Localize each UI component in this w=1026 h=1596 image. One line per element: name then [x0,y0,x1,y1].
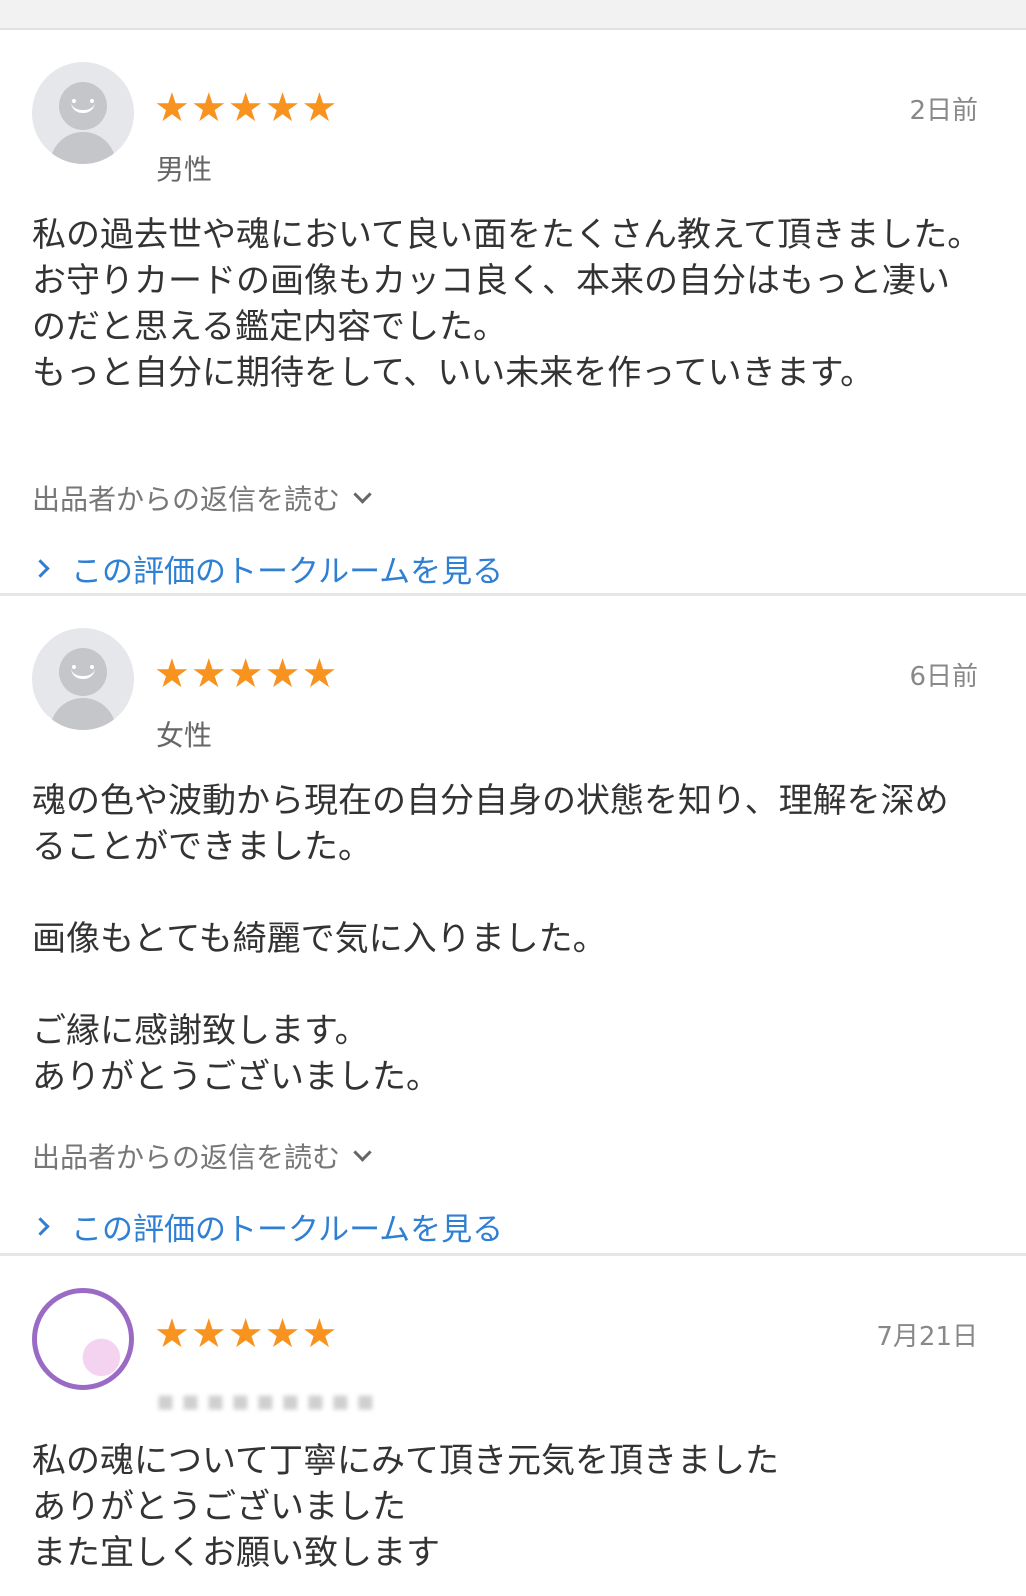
review-item: ★ ★ ★ ★ ★ 女性 6日前 魂の色や波動から現在の自分自身の状態を知り、理… [0,596,1026,1253]
star-rating: ★ ★ ★ ★ ★ [154,88,337,128]
read-reply-toggle[interactable]: 出品者からの返信を読む [32,478,372,518]
read-reply-toggle[interactable]: 出品者からの返信を読む [32,1136,372,1176]
star-icon: ★ [301,1311,338,1357]
reviewer-name-redacted: ▪▪▪▪▪▪▪▪▪ [156,1384,381,1417]
chevron-down-icon [353,484,372,504]
star-icon: ★ [301,651,338,697]
top-divider [0,0,1026,30]
star-rating: ★ ★ ★ ★ ★ [154,1314,337,1354]
user-avatar[interactable] [32,1288,134,1390]
star-icon: ★ [264,651,301,697]
star-rating: ★ ★ ★ ★ ★ [154,654,337,694]
read-reply-label: 出品者からの返信を読む [32,483,341,516]
view-talkroom-link[interactable]: この評価のトークルームを見る [31,1204,504,1249]
star-icon: ★ [264,1311,301,1357]
star-icon: ★ [154,651,190,697]
star-icon: ★ [154,85,190,131]
review-date: 7月21日 [876,1322,978,1352]
star-icon: ★ [190,85,227,131]
review-item: ★ ★ ★ ★ ★ 男性 2日前 私の過去世や魂において良い面をたくさん教えて頂… [0,30,1026,593]
chevron-right-icon [31,1217,50,1236]
star-icon: ★ [301,85,338,131]
chevron-right-icon [31,559,50,578]
star-icon: ★ [154,1311,190,1357]
read-reply-label: 出品者からの返信を読む [32,1141,341,1174]
star-icon: ★ [227,85,264,131]
chevron-down-icon [353,1142,372,1162]
reviewer-gender: 男性 [156,153,213,186]
star-icon: ★ [190,1311,227,1357]
star-icon: ★ [227,651,264,697]
star-icon: ★ [264,85,301,131]
default-avatar-icon[interactable] [32,62,134,164]
view-talkroom-link[interactable]: この評価のトークルームを見る [31,546,504,591]
view-talkroom-label: この評価のトークルームを見る [71,1212,504,1248]
reviewer-gender: 女性 [156,719,213,752]
review-date: 2日前 [909,96,978,126]
default-avatar-icon[interactable] [32,628,134,730]
view-talkroom-label: この評価のトークルームを見る [71,554,504,590]
review-text: 魂の色や波動から現在の自分自身の状態を知り、理解を深めることができました。 画像… [32,781,949,1097]
star-icon: ★ [227,1311,264,1357]
review-text: 私の過去世や魂において良い面をたくさん教えて頂きました。 お守りカードの画像もカ… [32,215,982,393]
star-icon: ★ [190,651,227,697]
review-date: 6日前 [909,662,978,692]
review-text: 私の魂について丁寧にみて頂き元気を頂きました ありがとうございました また宜しく… [32,1441,779,1573]
review-item: ★ ★ ★ ★ ★ ▪▪▪▪▪▪▪▪▪ 7月21日 私の魂について丁寧にみて頂き… [0,1256,1026,1596]
